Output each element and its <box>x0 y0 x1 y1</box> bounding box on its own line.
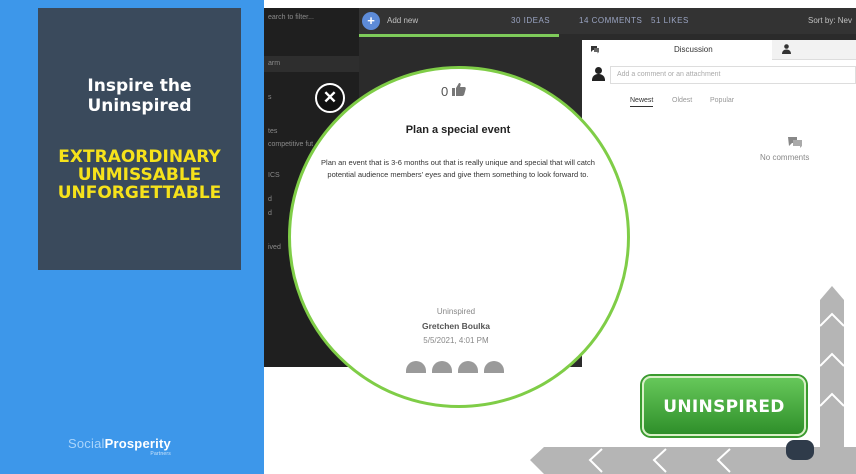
ideas-count[interactable]: 30 IDEAS <box>511 16 550 25</box>
sidebar-item[interactable]: d <box>268 196 272 203</box>
title-card: Inspire the Uninspired EXTRAORDINARY UNM… <box>38 8 241 270</box>
brand-name-part: Prosperity <box>104 436 171 451</box>
app-toolbar: + Add new 30 IDEAS 14 COMMENTS 51 LIKES … <box>359 8 856 34</box>
tab-discussion-label: Discussion <box>674 45 713 54</box>
subtitle-line: EXTRAORDINARY <box>58 147 221 167</box>
add-icon[interactable]: + <box>362 12 380 30</box>
subtitle-line: UNFORGETTABLE <box>57 183 222 203</box>
idea-description: Plan an event that is 3-6 months out tha… <box>321 158 595 179</box>
comments-count[interactable]: 14 COMMENTS <box>579 16 642 25</box>
sort-oldest-tab[interactable]: Oldest <box>672 97 692 104</box>
idea-author: Gretchen Boulka <box>421 321 491 331</box>
sort-newest-tab[interactable]: Newest <box>630 97 654 107</box>
user-avatar <box>592 67 605 81</box>
sort-dropdown[interactable]: Sort by: Nev <box>808 16 852 25</box>
idea-title: Plan a special event <box>405 124 511 136</box>
idea-date: 5/5/2021, 4:01 PM <box>423 336 489 345</box>
sidebar-item[interactable]: competitive fut <box>268 141 313 148</box>
sidebar-item[interactable]: d <box>268 210 272 217</box>
brand-tagline: Partners <box>150 451 171 457</box>
sidebar-search-hint[interactable]: earch to filter... <box>268 14 314 21</box>
sort-popular-tab[interactable]: Popular <box>710 97 734 104</box>
like-count: 0 <box>441 84 449 99</box>
comment-input[interactable]: Add a comment or an attachment <box>610 66 856 84</box>
sidebar-item[interactable]: s <box>268 94 272 101</box>
sidebar-item[interactable]: ICS <box>268 172 280 179</box>
comments-icon <box>590 45 600 56</box>
slide-title: Inspire the Uninspired <box>87 76 192 116</box>
progress-accent <box>359 34 559 37</box>
add-new-button[interactable]: Add new <box>387 16 418 25</box>
user-icon[interactable] <box>782 44 791 57</box>
left-panel: Inspire the Uninspired EXTRAORDINARY UNM… <box>0 0 264 474</box>
idea-detail-card <box>288 66 630 408</box>
comments-icon <box>782 136 808 152</box>
likes-count[interactable]: 51 LIKES <box>651 16 689 25</box>
badge-label: UNINSPIRED <box>663 397 785 417</box>
discussion-tabs: Discussion <box>582 40 856 60</box>
subtitle-line: UNMISSABLE <box>77 165 202 185</box>
slide: Inspire the Uninspired EXTRAORDINARY UNM… <box>0 0 856 474</box>
tab-discussion[interactable]: Discussion <box>582 40 772 60</box>
sidebar-item[interactable]: ived <box>268 244 281 251</box>
sidebar-item[interactable]: arm <box>268 60 280 67</box>
idea-category: Uninspired <box>436 307 476 316</box>
close-icon[interactable]: ✕ <box>315 83 345 113</box>
thumbs-up-icon[interactable] <box>452 83 466 99</box>
empty-state-text: No comments <box>760 153 810 162</box>
uninspired-badge: UNINSPIRED <box>642 376 806 436</box>
chat-icon[interactable] <box>786 440 814 460</box>
sidebar-item[interactable]: tes <box>268 128 277 135</box>
brand-name-part: Social <box>68 436 105 451</box>
slide-subtitle: EXTRAORDINARY UNMISSABLE UNFORGETTABLE <box>38 148 241 202</box>
brand-logo: SocialProsperity Partners <box>68 436 171 457</box>
up-arrow-graphic <box>820 286 844 474</box>
